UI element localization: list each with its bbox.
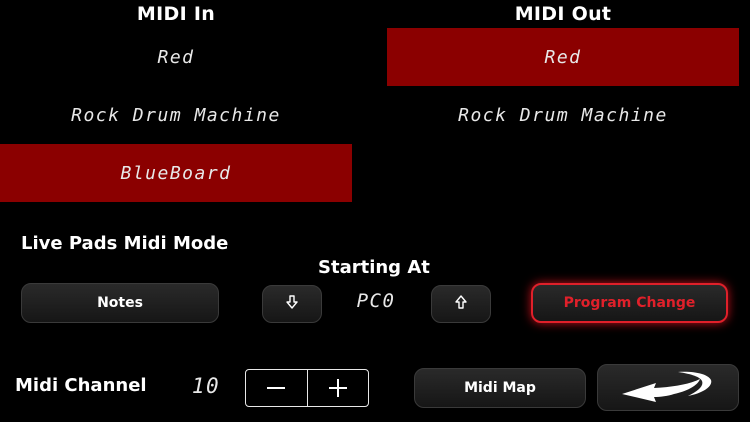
plus-icon: [328, 379, 347, 397]
back-arrow-icon: [618, 369, 718, 407]
midi-in-device-rock-drum-machine[interactable]: Rock Drum Machine: [0, 86, 352, 144]
decrement-start-button[interactable]: [262, 285, 322, 323]
device-label: Rock Drum Machine: [71, 104, 281, 126]
notes-button[interactable]: Notes: [21, 283, 219, 323]
midi-channel-value: 10: [191, 374, 221, 398]
midi-in-device-blueboard[interactable]: BlueBoard: [0, 144, 352, 202]
program-change-button[interactable]: Program Change: [531, 283, 728, 323]
device-label: Red: [544, 46, 582, 68]
midi-in-device-red[interactable]: Red: [0, 28, 352, 86]
channel-increment-button[interactable]: [306, 370, 369, 406]
back-button[interactable]: [597, 364, 739, 411]
minus-icon: [267, 387, 286, 389]
midi-map-button[interactable]: Midi Map: [414, 368, 586, 408]
midi-channel-label: Midi Channel: [15, 375, 147, 396]
arrow-down-icon: [286, 295, 298, 313]
midi-in-title: MIDI In: [136, 3, 216, 25]
midi-out-title: MIDI Out: [514, 3, 612, 25]
arrow-up-icon: [455, 295, 467, 313]
device-label: BlueBoard: [120, 162, 232, 184]
increment-start-button[interactable]: [431, 285, 491, 323]
starting-at-heading: Starting At: [318, 257, 430, 278]
starting-at-value: PC0: [356, 290, 396, 312]
midi-out-device-rock-drum-machine[interactable]: Rock Drum Machine: [387, 86, 739, 144]
live-pads-heading: Live Pads Midi Mode: [21, 233, 229, 254]
device-label: Rock Drum Machine: [458, 104, 668, 126]
channel-decrement-button[interactable]: [246, 370, 307, 406]
device-label: Red: [157, 46, 195, 68]
channel-stepper[interactable]: [245, 369, 369, 407]
midi-out-device-red[interactable]: Red: [387, 28, 739, 86]
